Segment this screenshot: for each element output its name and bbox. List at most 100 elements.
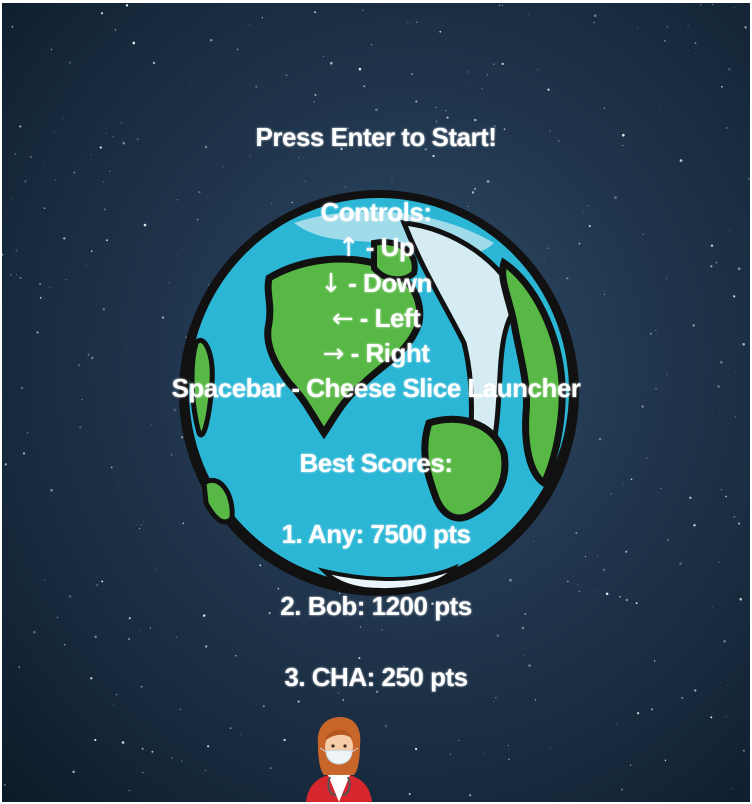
star bbox=[723, 639, 726, 643]
star bbox=[304, 180, 306, 183]
star bbox=[109, 170, 111, 173]
star bbox=[358, 67, 362, 71]
control-up: ↑ - Up bbox=[2, 229, 750, 266]
star bbox=[101, 580, 104, 583]
control-up-label: - Up bbox=[359, 232, 415, 262]
star bbox=[94, 739, 97, 742]
star bbox=[651, 708, 654, 711]
star bbox=[297, 156, 300, 159]
star bbox=[465, 116, 466, 118]
star bbox=[493, 700, 495, 702]
star bbox=[125, 4, 129, 7]
star bbox=[78, 425, 82, 429]
star bbox=[363, 85, 366, 88]
star bbox=[313, 101, 315, 103]
star bbox=[149, 627, 151, 629]
control-spacebar-label: - Cheese Slice Launcher bbox=[284, 373, 581, 403]
star bbox=[414, 747, 418, 751]
star bbox=[725, 495, 727, 498]
star bbox=[660, 105, 662, 107]
star bbox=[617, 624, 619, 625]
star bbox=[114, 29, 117, 31]
star bbox=[593, 21, 595, 24]
star bbox=[596, 555, 598, 557]
star bbox=[508, 758, 510, 760]
spacebar-key-label: Spacebar bbox=[171, 373, 286, 403]
star bbox=[416, 21, 418, 23]
star bbox=[391, 181, 393, 183]
left-arrow-icon: ← bbox=[331, 304, 354, 334]
star bbox=[450, 754, 452, 756]
star bbox=[534, 699, 537, 701]
star bbox=[359, 626, 362, 628]
star bbox=[255, 85, 258, 88]
star bbox=[50, 489, 53, 492]
star bbox=[415, 100, 418, 103]
star bbox=[176, 636, 178, 638]
star bbox=[155, 568, 157, 570]
star bbox=[694, 42, 697, 44]
star bbox=[152, 61, 156, 65]
star bbox=[3, 783, 6, 786]
star bbox=[719, 413, 721, 415]
star bbox=[210, 39, 213, 42]
star bbox=[598, 437, 602, 441]
star bbox=[694, 52, 696, 54]
start-prompt: Press Enter to Start! bbox=[255, 122, 497, 152]
star bbox=[620, 788, 624, 791]
star bbox=[375, 108, 378, 112]
star bbox=[26, 431, 29, 434]
star bbox=[501, 4, 504, 6]
star bbox=[664, 759, 667, 762]
star bbox=[72, 770, 75, 774]
star bbox=[495, 697, 497, 699]
control-down: ↓ - Down bbox=[2, 265, 750, 302]
star bbox=[644, 647, 646, 648]
star bbox=[87, 178, 89, 180]
star bbox=[720, 489, 722, 491]
right-arrow-icon: → bbox=[322, 339, 345, 369]
star bbox=[262, 705, 265, 708]
star bbox=[435, 106, 437, 109]
star bbox=[220, 101, 222, 103]
star bbox=[411, 73, 414, 76]
star bbox=[229, 727, 232, 730]
star bbox=[329, 61, 333, 65]
star bbox=[550, 747, 552, 748]
star bbox=[710, 716, 713, 719]
score-entry-3: 3. CHA: 250 pts bbox=[284, 662, 468, 692]
star bbox=[660, 488, 662, 489]
controls-heading: Controls: bbox=[320, 197, 432, 227]
star bbox=[95, 583, 99, 587]
nurse-character bbox=[306, 717, 372, 802]
game-screen[interactable]: Press Enter to Start! Controls: ↑ - Up ↓… bbox=[2, 3, 750, 802]
star bbox=[458, 740, 460, 741]
star bbox=[205, 645, 208, 648]
star bbox=[491, 8, 492, 10]
star bbox=[523, 654, 525, 656]
star bbox=[711, 3, 714, 6]
star bbox=[181, 760, 183, 762]
star bbox=[201, 766, 202, 768]
star bbox=[728, 68, 731, 71]
star bbox=[197, 753, 199, 754]
control-left: ← - Left bbox=[2, 300, 750, 337]
star bbox=[179, 708, 182, 711]
star bbox=[222, 166, 224, 168]
star bbox=[547, 88, 550, 91]
star bbox=[221, 800, 223, 802]
star bbox=[68, 61, 72, 64]
star bbox=[492, 63, 495, 66]
star bbox=[663, 39, 666, 42]
star bbox=[234, 654, 237, 657]
star bbox=[744, 26, 747, 29]
star bbox=[486, 73, 489, 76]
star bbox=[623, 482, 624, 484]
star bbox=[732, 788, 734, 790]
star bbox=[616, 723, 618, 725]
star bbox=[507, 745, 509, 747]
star bbox=[121, 741, 125, 744]
star bbox=[102, 181, 105, 183]
star bbox=[270, 767, 272, 769]
star bbox=[362, 10, 364, 11]
